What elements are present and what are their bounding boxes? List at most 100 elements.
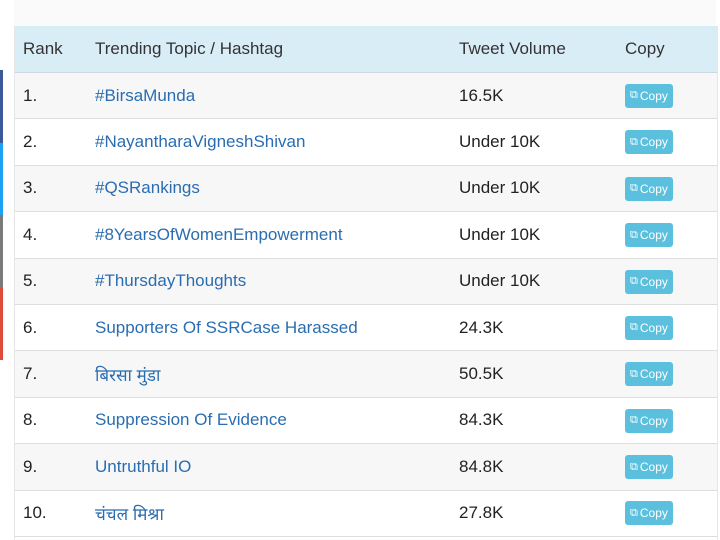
row-volume: 84.3K: [459, 410, 504, 430]
trending-topic-link[interactable]: Suppression Of Evidence: [95, 410, 287, 429]
clipboard-icon: ⧉: [630, 275, 638, 287]
row-copy-cell: ⧉ Copy: [625, 362, 717, 387]
clipboard-icon: ⧉: [630, 506, 638, 519]
row-copy-cell: ⧉ Copy: [625, 455, 717, 480]
trending-topic-link[interactable]: #8YearsOfWomenEmpowerment: [95, 225, 343, 244]
row-rank: 3.: [23, 178, 38, 198]
row-volume: 84.8K: [459, 456, 504, 476]
copy-button-label: Copy: [639, 181, 668, 196]
row-topic-cell: #QSRankings: [95, 178, 459, 198]
row-copy-cell: ⧉ Copy: [625, 130, 717, 155]
header-volume: Tweet Volume: [459, 39, 566, 58]
row-topic-cell: बिरसा मुंडा: [95, 363, 459, 386]
table-body: 1. #BirsaMunda 16.5K ⧉ Copy 2. #NayantharaVign…: [15, 73, 717, 537]
clipboard-icon: ⧉: [630, 367, 638, 380]
copy-button-label: Copy: [639, 460, 668, 475]
row-rank: 4.: [23, 224, 38, 244]
copy-button[interactable]: ⧉ Copy: [625, 455, 673, 480]
row-topic-cell: #ThursdayThoughts: [95, 271, 459, 291]
row-copy-cell: ⧉ Copy: [625, 83, 717, 108]
copy-button-label: Copy: [639, 274, 668, 289]
row-copy-cell: ⧉ Copy: [625, 501, 717, 526]
row-rank: 1.: [23, 85, 38, 105]
table-row: 3. #QSRankings Under 10K ⧉ Copy: [15, 165, 717, 213]
row-topic-cell: Suppression Of Evidence: [95, 410, 459, 430]
row-rank: 5.: [23, 271, 38, 291]
clipboard-icon: ⧉: [630, 135, 638, 148]
copy-button-label: Copy: [639, 228, 668, 243]
trending-topic-link[interactable]: #QSRankings: [95, 178, 200, 197]
row-volume: 50.5K: [459, 364, 504, 384]
row-volume: Under 10K: [459, 132, 541, 152]
share-stripe-segment: [0, 142, 3, 215]
copy-button[interactable]: ⧉ Copy: [625, 176, 673, 201]
row-rank: 8.: [23, 410, 38, 430]
table-row: 10. चंचल मिश्रा 27.8K ⧉ Copy: [15, 490, 717, 537]
trending-topic-link[interactable]: बिरसा मुंडा: [95, 366, 160, 385]
trending-topic-link[interactable]: Supporters Of SSRCase Harassed: [95, 318, 358, 337]
row-topic-cell: #NayantharaVigneshShivan: [95, 132, 459, 152]
copy-button-label: Copy: [639, 367, 668, 382]
clipboard-icon: ⧉: [630, 182, 638, 195]
header-rank: Rank: [23, 39, 63, 58]
table-row: 6. Supporters Of SSRCase Harassed 24.3K ⧉ Co…: [15, 304, 717, 352]
table-row: 7. बिरसा मुंडा 50.5K ⧉ Copy: [15, 351, 717, 398]
row-topic-cell: चंचल मिश्रा: [95, 502, 459, 525]
clipboard-icon: ⧉: [630, 414, 638, 427]
table-row: 2. #NayantharaVigneshShivan Under 10K ⧉ Copy: [15, 119, 717, 166]
trending-topic-link[interactable]: Untruthful IO: [95, 457, 191, 476]
row-copy-cell: ⧉ Copy: [625, 223, 717, 248]
row-volume: 16.5K: [459, 85, 504, 105]
row-copy-cell: ⧉ Copy: [625, 176, 717, 201]
row-topic-cell: #BirsaMunda: [95, 86, 459, 106]
copy-button-label: Copy: [639, 88, 668, 103]
row-rank: 7.: [23, 364, 38, 384]
row-copy-cell: ⧉ Copy: [625, 269, 717, 294]
trending-topic-link[interactable]: #ThursdayThoughts: [95, 271, 246, 290]
copy-button-label: Copy: [639, 506, 668, 521]
trending-table: Rank Trending Topic / Hashtag Tweet Volu…: [14, 26, 718, 540]
share-stripe-segment: [0, 215, 3, 288]
table-header: Rank Trending Topic / Hashtag Tweet Volu…: [15, 26, 717, 73]
copy-button[interactable]: ⧉ Copy: [625, 362, 673, 387]
row-copy-cell: ⧉ Copy: [625, 408, 717, 433]
trending-topic-link[interactable]: चंचल मिश्रा: [95, 505, 164, 524]
row-volume: 27.8K: [459, 503, 504, 523]
header-copy: Copy: [625, 39, 665, 58]
copy-button[interactable]: ⧉ Copy: [625, 83, 673, 108]
table-row: 8. Suppression Of Evidence 84.3K ⧉ Copy: [15, 397, 717, 445]
row-volume: Under 10K: [459, 224, 541, 244]
copy-button-label: Copy: [639, 320, 668, 335]
row-topic-cell: #8YearsOfWomenEmpowerment: [95, 225, 459, 245]
trending-topic-link[interactable]: #BirsaMunda: [95, 86, 195, 105]
share-stripe-segment: [0, 287, 3, 360]
clipboard-icon: ⧉: [630, 460, 638, 473]
row-topic-cell: Untruthful IO: [95, 457, 459, 477]
row-volume: Under 10K: [459, 178, 541, 198]
top-strip: [14, 0, 716, 27]
clipboard-icon: ⧉: [630, 228, 638, 241]
copy-button[interactable]: ⧉ Copy: [625, 501, 673, 526]
row-rank: 2.: [23, 132, 38, 152]
trending-topic-link[interactable]: #NayantharaVigneshShivan: [95, 132, 305, 151]
row-rank: 10.: [23, 503, 47, 523]
share-stripe: [0, 70, 3, 360]
table-row: 5. #ThursdayThoughts Under 10K ⧉ Copy: [15, 258, 717, 305]
clipboard-icon: ⧉: [630, 321, 638, 334]
copy-button-label: Copy: [639, 135, 668, 150]
row-topic-cell: Supporters Of SSRCase Harassed: [95, 318, 459, 338]
row-volume: 24.3K: [459, 317, 504, 337]
clipboard-icon: ⧉: [630, 89, 638, 102]
copy-button[interactable]: ⧉ Copy: [625, 408, 673, 433]
copy-button-label: Copy: [639, 413, 668, 428]
row-copy-cell: ⧉ Copy: [625, 315, 717, 340]
copy-button[interactable]: ⧉ Copy: [625, 269, 673, 294]
copy-button[interactable]: ⧉ Copy: [625, 130, 673, 155]
table-row: 4. #8YearsOfWomenEmpowerment Under 10K ⧉ Cop…: [15, 212, 717, 259]
header-topic: Trending Topic / Hashtag: [95, 39, 284, 58]
table-row: 9. Untruthful IO 84.8K ⧉ Copy: [15, 444, 717, 491]
copy-button[interactable]: ⧉ Copy: [625, 223, 673, 248]
share-stripe-segment: [0, 70, 3, 143]
row-rank: 9.: [23, 456, 38, 476]
copy-button[interactable]: ⧉ Copy: [625, 315, 673, 340]
